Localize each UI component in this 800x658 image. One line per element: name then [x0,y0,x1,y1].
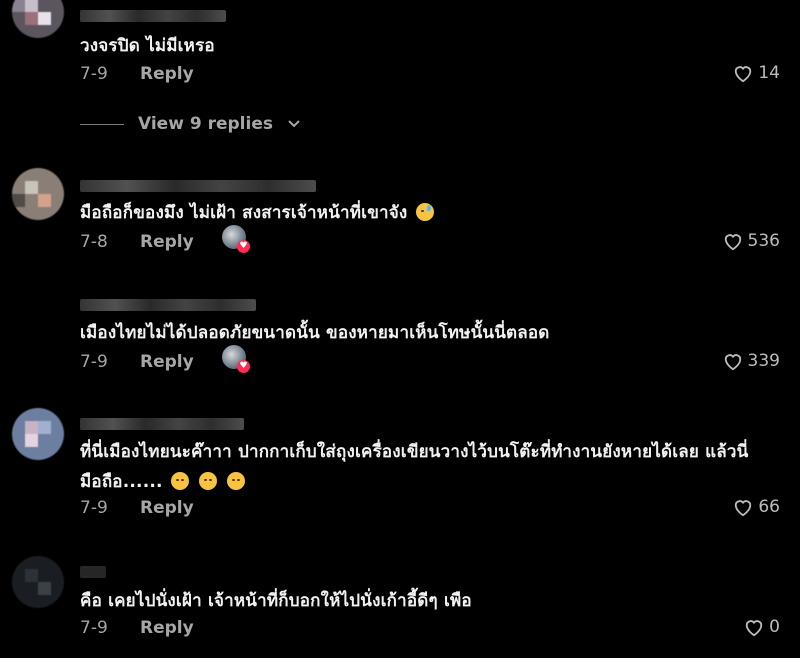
username-blurred[interactable] [80,299,256,311]
heart-outline-icon [724,234,741,251]
heart-outline-icon [745,620,763,637]
comment-date: 7-8 [80,232,108,252]
view-replies-button[interactable]: View 9 replies [80,114,301,134]
pensive-emoji [227,472,246,490]
like-button[interactable]: 339 [722,351,780,371]
comment-date: 7-9 [80,618,108,638]
chevron-down-icon [288,120,300,128]
comment-date: 7-9 [80,498,108,518]
comment-text-content: มือถือก็ของมึง ไม่เฝ้า สงสารเจ้าหน้าที่เ… [80,203,408,223]
username-blurred[interactable] [80,180,316,192]
heart-badge-icon: ♥ [237,360,250,373]
comment-text: วงจรปิด ไม่มีเหรอ [80,36,215,56]
reply-button[interactable]: Reply [140,618,194,638]
avatar[interactable] [12,408,64,460]
comment-text-line2-content: มือถือ...... [80,472,163,492]
comment-text: ที่นี่เมืองไทยนะค๊าาา ปากกาเก็บใส่ถุงเคร… [80,437,772,497]
username-blurred[interactable] [80,566,106,578]
avatar[interactable] [12,0,64,38]
reply-button[interactable]: Reply [140,232,194,252]
like-button[interactable]: 536 [722,231,780,251]
view-replies-label: View 9 replies [138,114,273,134]
heart-outline-icon [735,500,752,517]
comment-date: 7-9 [80,352,108,372]
comment-text-line1: ที่นี่เมืองไทยนะค๊าาา ปากกาเก็บใส่ถุงเคร… [80,442,749,462]
like-button[interactable]: 14 [732,63,780,83]
like-count: 14 [758,63,780,83]
creator-liked-avatar: ♥ [222,345,250,373]
username-blurred[interactable] [80,10,226,22]
comment-text-line2: มือถือ...... [80,467,772,497]
comment-text: มือถือก็ของมึง ไม่เฝ้า สงสารเจ้าหน้าที่เ… [80,198,772,228]
like-count: 0 [769,617,780,637]
heart-outline-icon [735,66,752,83]
heart-badge-icon: ♥ [237,240,250,253]
username-blurred[interactable] [80,418,244,430]
avatar[interactable] [12,168,64,220]
heart-outline-icon [724,354,741,371]
like-count: 339 [747,351,780,371]
like-button[interactable]: 66 [732,497,780,517]
pensive-emoji [198,472,217,490]
divider-line [80,123,124,125]
pensive-emoji [170,472,189,490]
avatar[interactable] [12,556,64,608]
comment-date: 7-9 [80,64,108,84]
like-count: 536 [747,231,780,251]
reply-button[interactable]: Reply [140,352,194,372]
like-button[interactable]: 0 [743,617,780,637]
comment-text: คือ เคยไปนั่งเฝ้า เจ้าหน้าที่ก็บอกให้ไปน… [80,591,472,611]
reply-button[interactable]: Reply [140,498,194,518]
comment-text: เมืองไทยไม่ได้ปลอดภัยขนาดนั้น ของหายมาเห… [80,323,550,343]
creator-liked-avatar: ♥ [222,225,250,253]
sweat-smile-emoji [415,203,434,221]
reply-button[interactable]: Reply [140,64,194,84]
like-count: 66 [758,497,780,517]
